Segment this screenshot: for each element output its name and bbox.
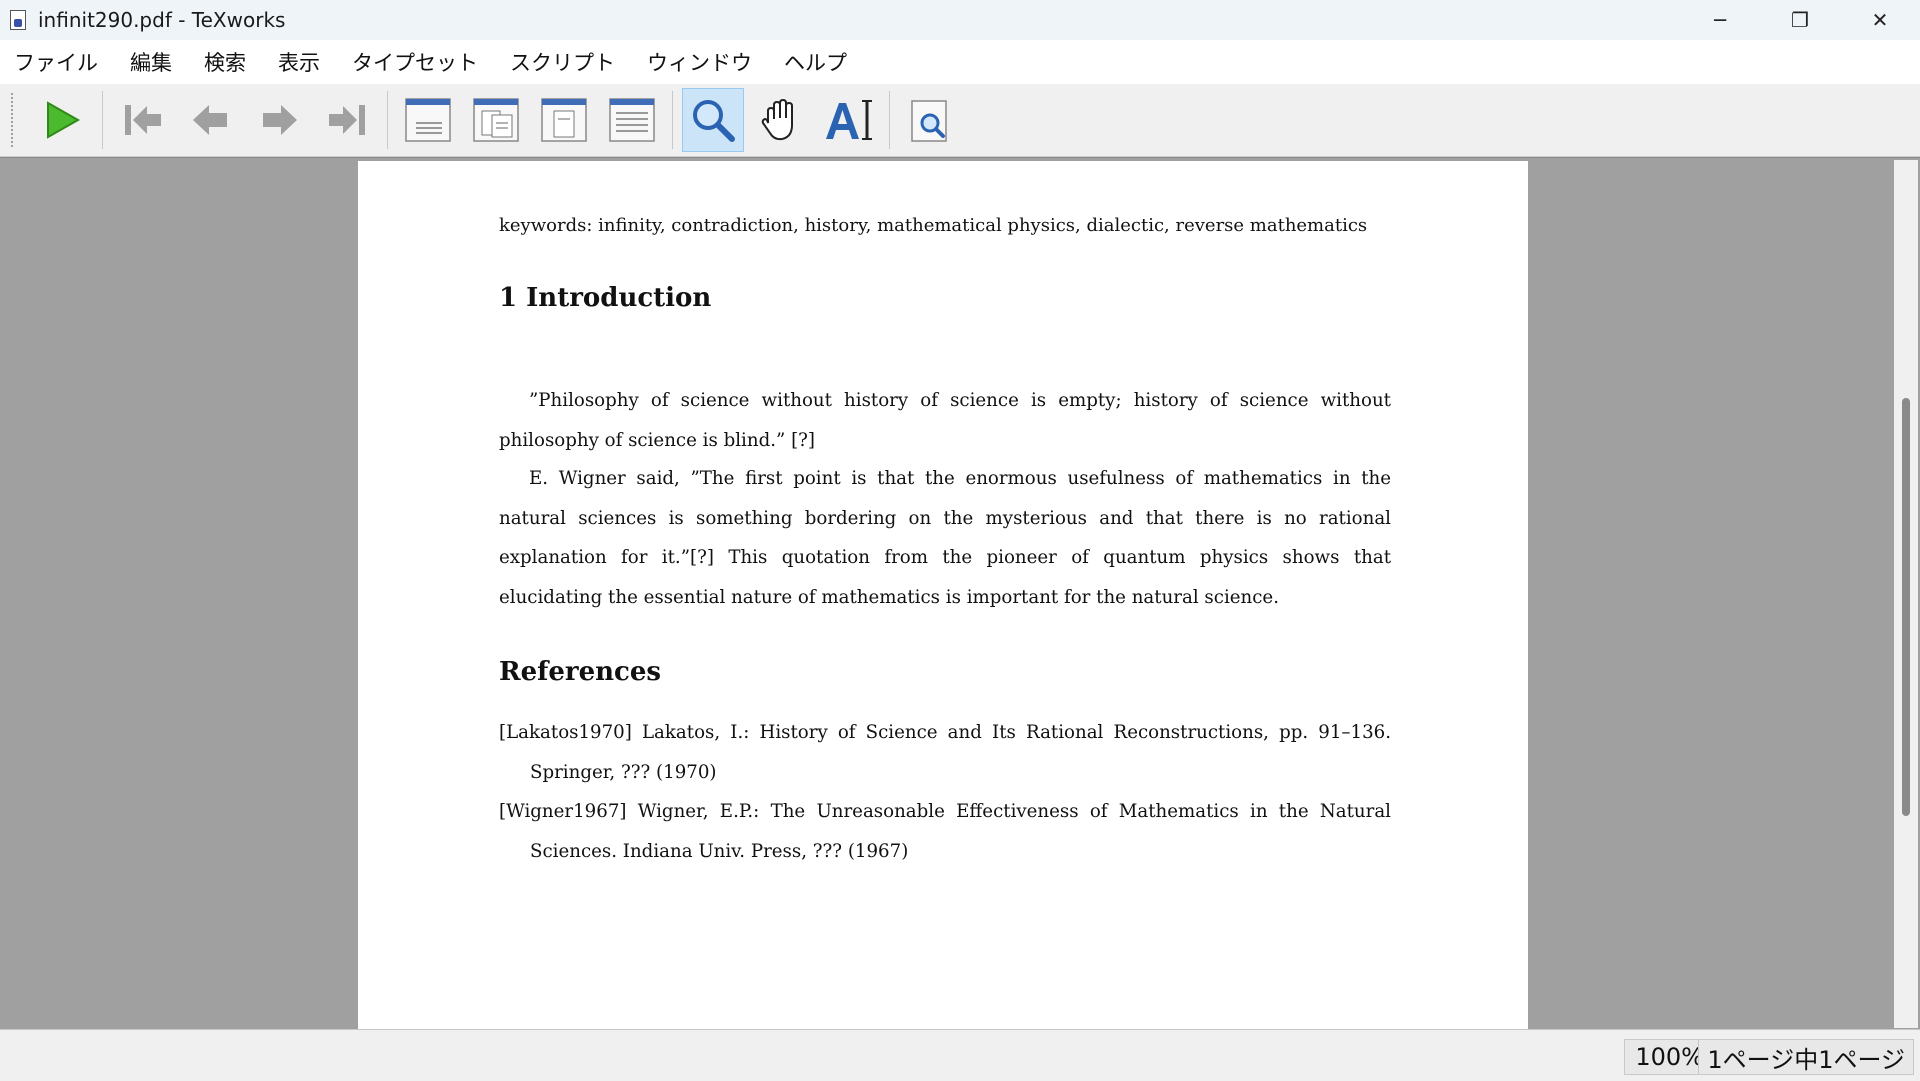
- first-page-button[interactable]: [112, 88, 174, 152]
- toolbar-separator: [387, 91, 388, 149]
- facing-pages-button[interactable]: [465, 88, 527, 152]
- continuous-scroll-button[interactable]: [601, 88, 663, 152]
- magnifier-tool-button[interactable]: [682, 88, 744, 152]
- menu-scripts[interactable]: スクリプト: [494, 40, 631, 84]
- references-heading: References: [499, 657, 662, 687]
- toolbar: [0, 84, 1920, 157]
- menu-help[interactable]: ヘルプ: [768, 40, 863, 84]
- hand-tool-button[interactable]: [750, 88, 812, 152]
- menu-edit[interactable]: 編集: [114, 40, 188, 84]
- minimize-button[interactable]: ─: [1680, 0, 1760, 40]
- pdf-page[interactable]: keywords: infinity, contradiction, histo…: [358, 161, 1528, 1030]
- last-page-button[interactable]: [316, 88, 378, 152]
- paragraph: ”Philosophy of science without history o…: [499, 390, 1391, 451]
- menu-search[interactable]: 検索: [188, 40, 262, 84]
- pdf-viewer[interactable]: keywords: infinity, contradiction, histo…: [0, 157, 1920, 1030]
- close-button[interactable]: ✕: [1840, 0, 1920, 40]
- scrollbar-thumb[interactable]: [1902, 398, 1910, 816]
- facing-pages-icon: [473, 98, 519, 142]
- find-in-pdf-button[interactable]: [899, 88, 961, 152]
- menu-file[interactable]: ファイル: [0, 40, 114, 84]
- previous-page-icon: [193, 105, 227, 135]
- toolbar-separator: [102, 91, 103, 149]
- play-icon: [47, 101, 81, 139]
- vertical-scrollbar[interactable]: [1894, 160, 1918, 1028]
- reference-entry: [Wigner1967] Wigner, E.P.: The Unreasona…: [499, 801, 1391, 862]
- page-indicator[interactable]: 1ページ中1ページ: [1698, 1039, 1914, 1075]
- text-select-icon: [826, 100, 872, 140]
- title-bar: infinit290.pdf - TeXworks ─ ❐ ✕: [0, 0, 1920, 40]
- fit-page-button[interactable]: [533, 88, 595, 152]
- next-page-icon: [263, 105, 297, 135]
- status-bar: 100% 1ページ中1ページ: [0, 1029, 1920, 1081]
- restore-button[interactable]: ❐: [1760, 0, 1840, 40]
- single-page-icon: [405, 98, 451, 142]
- previous-page-button[interactable]: [180, 88, 242, 152]
- section-heading: 1 Introduction: [499, 283, 712, 313]
- last-page-icon: [329, 105, 365, 135]
- reference-entry: [Lakatos1970] Lakatos, I.: History of Sc…: [499, 722, 1391, 783]
- paragraph: E. Wigner said, ”The first point is that…: [499, 468, 1391, 608]
- window-title: infinit290.pdf - TeXworks: [38, 8, 286, 32]
- hand-icon: [761, 98, 793, 141]
- toolbar-grip[interactable]: [10, 92, 14, 148]
- menu-view[interactable]: 表示: [262, 40, 336, 84]
- menu-typeset[interactable]: タイプセット: [336, 40, 494, 84]
- single-page-button[interactable]: [397, 88, 459, 152]
- continuous-icon: [609, 98, 655, 142]
- text-select-tool-button[interactable]: [818, 88, 880, 152]
- fit-page-icon: [541, 98, 587, 142]
- toolbar-separator: [889, 91, 890, 149]
- next-page-button[interactable]: [248, 88, 310, 152]
- menu-bar: ファイル 編集 検索 表示 タイプセット スクリプト ウィンドウ ヘルプ: [0, 40, 1920, 84]
- find-in-pdf-icon: [911, 100, 947, 142]
- keywords-line: keywords: infinity, contradiction, histo…: [499, 215, 1368, 236]
- menu-window[interactable]: ウィンドウ: [631, 40, 768, 84]
- toolbar-separator: [672, 91, 673, 149]
- window-controls: ─ ❐ ✕: [1680, 0, 1920, 40]
- first-page-icon: [125, 105, 161, 135]
- typeset-button[interactable]: [31, 88, 93, 152]
- magnifier-icon: [693, 100, 735, 142]
- pdf-file-icon: [10, 10, 26, 30]
